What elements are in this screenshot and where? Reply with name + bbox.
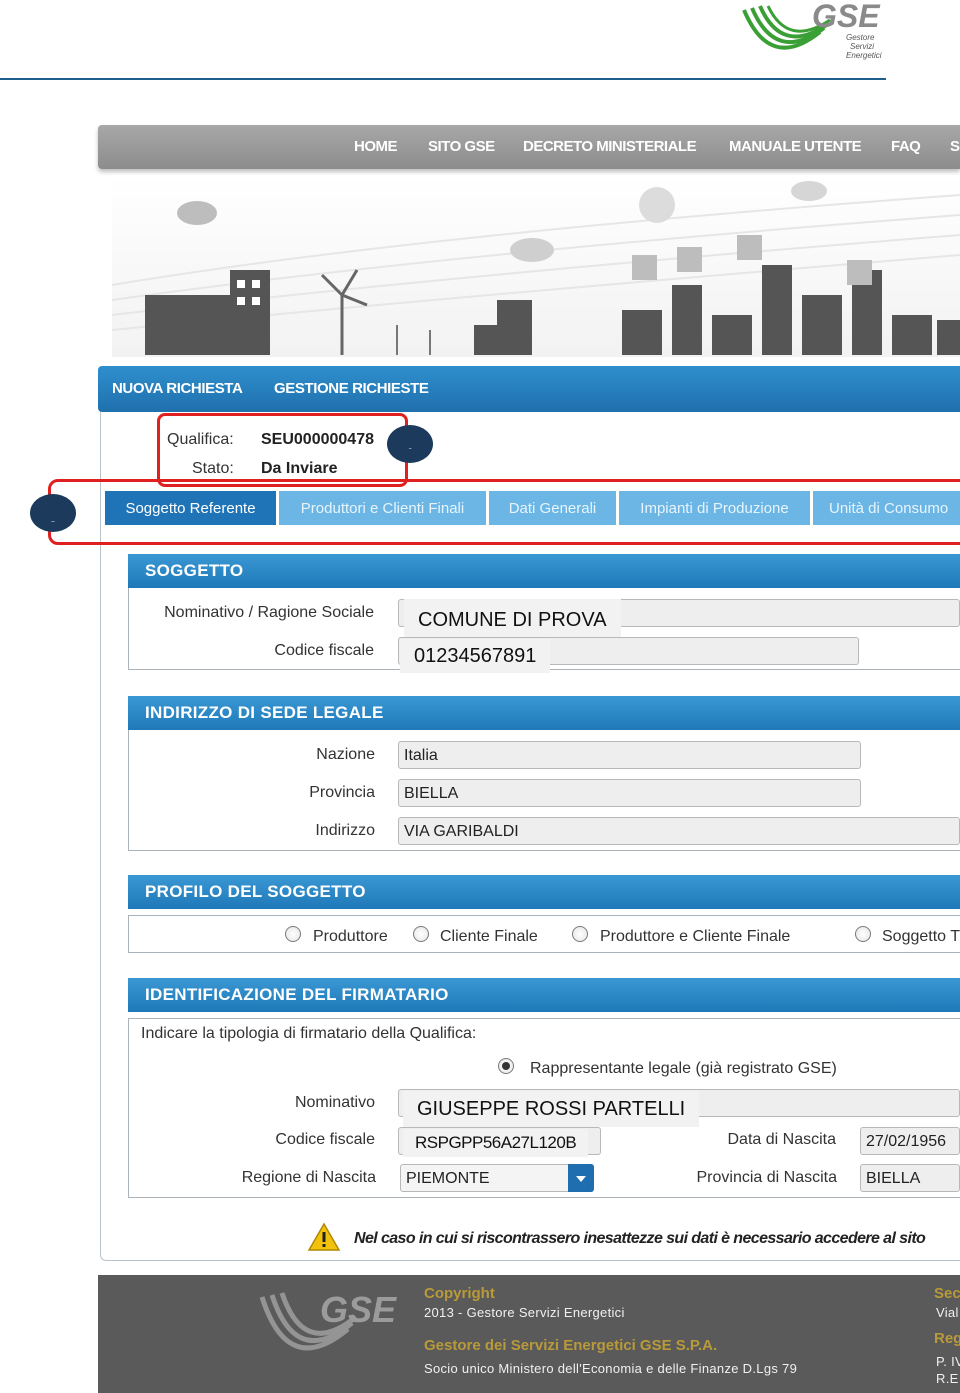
header-divider (0, 78, 886, 80)
radio-rappresentante-legale-label: Rappresentante legale (già registrato GS… (530, 1060, 837, 1077)
firmatario-cf-label: Codice fiscale (275, 1131, 375, 1148)
firmatario-nominativo-value: GIUSEPPE ROSSI PARTELLI (403, 1091, 700, 1127)
callout-badge-1: 1 (387, 425, 433, 463)
radio-produttore-cliente[interactable] (572, 926, 588, 942)
regione-nascita-select[interactable]: PIEMONTE (400, 1164, 594, 1192)
radio-soggetto-terzo-label: Soggetto T (882, 928, 960, 945)
callout-badge-2: 2 (30, 494, 76, 532)
warning-icon (307, 1222, 341, 1252)
footer-gestore-text: Socio unico Ministero dell'Economia e de… (424, 1361, 798, 1376)
nav-truncated-item[interactable]: S (950, 138, 960, 155)
nazione-label: Nazione (316, 746, 375, 763)
footer-right-heading-2: Reg (934, 1330, 960, 1347)
highlight-box-tabs (48, 479, 960, 545)
gse-logo-subtitle: Gestore Servizi Energetici (846, 33, 882, 60)
provincia-label: Provincia (309, 784, 375, 801)
radio-produttore-label: Produttore (313, 928, 388, 945)
section-header-firmatario: IDENTIFICAZIONE DEL FIRMATARIO (128, 978, 960, 1012)
firmatario-nominativo-label: Nominativo (294, 1094, 375, 1111)
nav-decreto-ministeriale[interactable]: DECRETO MINISTERIALE (523, 138, 697, 155)
footer-copyright-text: 2013 - Gestore Servizi Energetici (424, 1305, 625, 1320)
chevron-down-icon (576, 1176, 586, 1182)
highlight-box-qualifica (157, 413, 408, 487)
indirizzo-label: Indirizzo (315, 822, 375, 839)
gse-logo-text: GSE (812, 0, 880, 34)
nav-gestione-richieste[interactable]: GESTIONE RICHIESTE (274, 380, 429, 397)
nav-home[interactable]: HOME (354, 138, 398, 155)
radio-soggetto-terzo[interactable] (855, 926, 871, 942)
section-header-indirizzo: INDIRIZZO DI SEDE LEGALE (128, 696, 960, 730)
section-header-soggetto: SOGGETTO (128, 554, 960, 588)
nav-manuale-utente[interactable]: MANUALE UTENTE (729, 138, 862, 155)
regione-nascita-label: Regione di Nascita (241, 1169, 376, 1186)
nazione-field[interactable]: Italia (398, 741, 861, 769)
provincia-field[interactable]: BIELLA (398, 779, 861, 807)
nominativo-value: COMUNE DI PROVA (404, 599, 621, 639)
firmatario-cf-value: RSPGPP56A27L120B (403, 1129, 589, 1157)
radio-rappresentante-legale[interactable] (498, 1058, 514, 1074)
top-navigation: HOME SITO GSE DECRETO MINISTERIALE MANUA… (98, 125, 960, 169)
data-nascita-field[interactable]: 27/02/1956 (860, 1127, 960, 1155)
footer-gse-logo: GSE (258, 1289, 396, 1369)
warning-message: Nel caso in cui si riscontrassero inesat… (354, 1230, 926, 1247)
footer-right-text-3: R.E (936, 1371, 959, 1386)
main-navigation: NUOVA RICHIESTA GESTIONE RICHIESTE (98, 366, 960, 412)
nav-nuova-richiesta[interactable]: NUOVA RICHIESTA (112, 380, 243, 397)
provincia-nascita-field[interactable]: BIELLA (860, 1164, 960, 1192)
nav-faq[interactable]: FAQ (891, 138, 921, 155)
footer-right-text-2: P. IV (936, 1354, 960, 1369)
codice-fiscale-value: 01234567891 (400, 639, 551, 673)
radio-produttore[interactable] (285, 926, 301, 942)
footer-gestore-heading: Gestore dei Servizi Energetici GSE S.P.A… (424, 1337, 718, 1354)
radio-produttore-cliente-label: Produttore e Cliente Finale (600, 928, 791, 945)
provincia-nascita-label: Provincia di Nascita (696, 1169, 838, 1186)
indirizzo-field[interactable]: VIA GARIBALDI (398, 817, 960, 845)
nav-sito-gse[interactable]: SITO GSE (428, 138, 495, 155)
radio-cliente-finale-label: Cliente Finale (440, 928, 538, 945)
city-banner-illustration (111, 175, 960, 357)
nominativo-label: Nominativo / Ragione Sociale (164, 604, 374, 621)
regione-nascita-dropdown-button[interactable] (568, 1164, 594, 1192)
footer-right-heading-1: Sec (934, 1285, 960, 1302)
radio-cliente-finale[interactable] (413, 926, 429, 942)
footer-copyright-heading: Copyright (424, 1285, 495, 1302)
section-body-profilo (128, 915, 960, 953)
data-nascita-label: Data di Nascita (727, 1131, 837, 1148)
codice-fiscale-label: Codice fiscale (274, 642, 374, 659)
firmatario-intro: Indicare la tipologia di firmatario dell… (141, 1025, 477, 1042)
footer-right-text-1: Vial (936, 1305, 959, 1320)
footer: GSE Copyright 2013 - Gestore Servizi Ene… (98, 1275, 960, 1393)
section-header-profilo: PROFILO DEL SOGGETTO (128, 875, 960, 909)
gse-logo: GSE Gestore Servizi Energetici (740, 0, 882, 64)
